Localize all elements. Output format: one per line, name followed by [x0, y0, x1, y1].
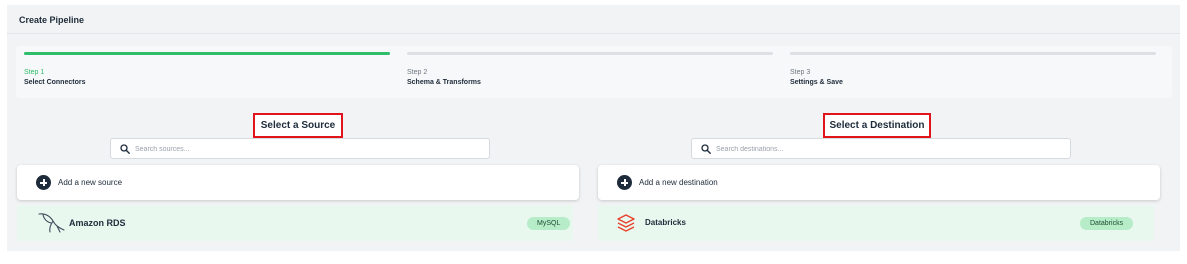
connector-name: Amazon RDS: [69, 218, 126, 228]
step-number: Step 3: [790, 69, 811, 76]
source-title: Select a Source: [253, 113, 343, 138]
connector-type-badge: Databricks: [1080, 217, 1134, 230]
destination-title: Select a Destination: [823, 113, 931, 138]
app-frame: Create Pipeline Step 1 Select Connectors…: [7, 5, 1180, 251]
add-source-label: Add a new source: [58, 178, 123, 187]
mysql-dolphin-icon: [38, 213, 65, 233]
step-schema-transforms[interactable]: Step 2 Schema & Transforms: [407, 46, 773, 98]
destination-column: Select a Destination Add a new destinati…: [598, 107, 1160, 247]
step-name: Select Connectors: [24, 79, 86, 86]
step-progress-bar: [24, 52, 390, 55]
source-search-input[interactable]: [135, 141, 475, 157]
step-name: Settings & Save: [790, 79, 843, 86]
step-progress-bar: [790, 52, 1156, 55]
destination-connector-databricks[interactable]: Databricks Databricks: [598, 205, 1154, 241]
add-source-button[interactable]: Add a new source: [17, 165, 579, 200]
stepper: Step 1 Select Connectors Step 2 Schema &…: [16, 46, 1172, 98]
plus-circle-icon: [36, 175, 51, 190]
step-name: Schema & Transforms: [407, 79, 481, 86]
search-icon: [120, 144, 130, 154]
plus-circle-icon: [617, 175, 632, 190]
page-title: Create Pipeline: [19, 15, 85, 25]
source-search-box[interactable]: [110, 138, 490, 159]
destination-search-input[interactable]: [716, 141, 1056, 157]
step-settings-save[interactable]: Step 3 Settings & Save: [790, 46, 1156, 98]
page-header: Create Pipeline: [7, 5, 1180, 34]
source-connector-amazon-rds[interactable]: Amazon RDS MySQL: [17, 205, 573, 241]
connector-name: Databricks: [645, 218, 686, 227]
step-number: Step 2: [407, 69, 428, 76]
step-progress-bar: [407, 52, 773, 55]
step-number: Step 1: [24, 69, 45, 76]
connector-type-badge: MySQL: [527, 217, 571, 230]
databricks-logo-icon: [617, 214, 635, 232]
step-select-connectors[interactable]: Step 1 Select Connectors: [24, 46, 390, 98]
search-icon: [701, 144, 711, 154]
destination-search-box[interactable]: [691, 138, 1071, 159]
source-column: Select a Source Add a new source Amazon …: [17, 107, 579, 247]
add-destination-label: Add a new destination: [639, 178, 718, 187]
add-destination-button[interactable]: Add a new destination: [598, 165, 1160, 200]
